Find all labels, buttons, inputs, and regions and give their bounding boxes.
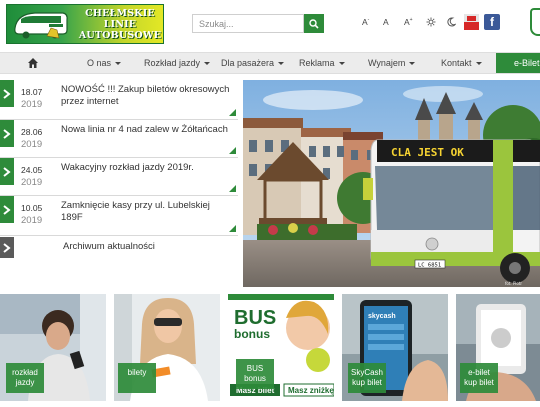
news-item[interactable]: 28.06 2019 Nowa linia nr 4 nad zalew w Ż… [0,120,238,158]
quick-links: rozkład jazdy bilety BUS bonus Masz bile… [0,294,540,407]
news-item[interactable]: 10.05 2019 Zamknięcie kasy przy ul. Lube… [0,196,238,236]
tile-ebilet[interactable]: e-bilet kup bilet [456,294,540,401]
news-date: 18.07 [21,87,43,97]
nav-item-contact[interactable]: Kontakt [441,58,482,68]
header: CHEŁMSKIE LINIE AUTOBUSOWE A- A A+ f [0,0,540,52]
tile-tickets[interactable]: bilety [114,294,220,401]
logo-line-3: AUTOBUSOWE [78,30,162,41]
news-archive-link[interactable]: Archiwum aktualności [0,237,238,258]
facebook-icon[interactable]: f [484,14,500,30]
logo-line-2: LINIE [103,19,137,30]
contrast-moon-icon[interactable] [446,17,456,27]
chevron-right-icon [3,128,11,139]
news-title[interactable]: NOWOŚĆ !!! Zakup biletów okresowych prze… [61,84,233,108]
logo[interactable]: CHEŁMSKIE LINIE AUTOBUSOWE [6,4,164,44]
corner-marker-icon [229,109,236,116]
logo-line-1: CHEŁMSKIE [85,8,155,19]
hero-image: CLA JEST OK LC 6851 fot. Piotr [243,80,540,287]
archive-label: Archiwum aktualności [63,241,155,252]
logo-text: CHEŁMSKIE LINIE AUTOBUSOWE [77,8,163,41]
font-smaller-button[interactable]: A- [362,17,369,27]
chevron-right-icon [3,166,11,177]
corner-marker-icon [229,225,236,232]
news-year: 2019 [21,215,43,226]
tile-ebilet-label: e-bilet kup bilet [460,363,498,393]
news-year: 2019 [21,99,43,110]
corner-marker-icon [229,147,236,154]
font-larger-button[interactable]: A+ [404,17,413,27]
chevron-down-icon [338,62,345,65]
archive-arrow [0,237,14,258]
tile-bus-bonus[interactable]: BUS bonus Masz bilet Masz zniżkę BUS bon… [228,294,334,401]
news-date: 24.05 [21,165,43,175]
logo-bus-icon [14,12,68,39]
news-year: 2019 [21,139,43,150]
poster-ribbon-2: Masz zniżkę [288,386,334,395]
poster-title: BUS [234,307,276,329]
language-flag-icon[interactable] [464,14,479,30]
tile-tickets-label: bilety [118,363,156,393]
chevron-down-icon [409,62,416,65]
news-year: 2019 [21,177,43,188]
chevron-down-icon [278,62,285,65]
bus-destination-sign: CLA JEST OK [391,146,464,159]
search-icon [309,18,319,29]
bus-plate: LC 6851 [418,263,441,269]
home-icon[interactable] [27,57,39,69]
news-title[interactable]: Zamknięcie kasy przy ul. Lubelskiej 189F [61,200,233,224]
photo-credit: fot. Piotr [505,281,522,286]
news-date: 28.06 [21,127,43,137]
news-arrow [0,80,14,107]
nav-item-about[interactable]: O nas [87,58,122,68]
news-list: 18.07 2019 NOWOŚĆ !!! Zakup biletów okre… [0,80,240,292]
hero-bus-scene: CLA JEST OK LC 6851 fot. Piotr [243,80,540,287]
news-item[interactable]: 24.05 2019 Wakacyjny rozkład jazdy 2019r… [0,158,238,196]
chevron-right-icon [3,242,11,253]
poster-subtitle: bonus [234,327,270,341]
nav-ebilet-button[interactable]: e-Bilet [496,53,540,73]
search-input[interactable] [192,14,304,33]
chevron-down-icon [475,62,482,65]
nav-item-timetable[interactable]: Rozkład jazdy [144,58,211,68]
news-date: 10.05 [21,203,43,213]
chevron-right-icon [3,204,11,215]
chevron-down-icon [204,62,211,65]
chevron-right-icon [3,88,11,99]
news-arrow [0,120,14,147]
search-button[interactable] [304,14,324,33]
tile-timetable[interactable]: rozkład jazdy [0,294,106,401]
tile-skycash[interactable]: skycash SkyCash kup bilet [342,294,448,401]
news-arrow [0,158,14,185]
nav-item-rental[interactable]: Wynajem [368,58,416,68]
news-arrow [0,196,14,223]
phone-brand-text: skycash [368,313,396,320]
corner-marker-icon [229,185,236,192]
nav-item-advertising[interactable]: Reklama [299,58,345,68]
search [192,14,324,33]
tile-bus-bonus-label: BUS bonus [236,359,274,389]
city-emblem-icon [530,8,540,36]
brightness-icon[interactable] [426,17,436,27]
tile-skycash-label: SkyCash kup bilet [348,363,386,393]
main-nav: O nas Rozkład jazdy Dla pasażera Reklama… [0,52,540,74]
nav-item-passenger[interactable]: Dla pasażera [221,58,285,68]
news-item[interactable]: 18.07 2019 NOWOŚĆ !!! Zakup biletów okre… [0,80,238,120]
font-normal-button[interactable]: A [383,17,389,27]
news-title[interactable]: Wakacyjny rozkład jazdy 2019r. [61,162,233,174]
tile-timetable-label: rozkład jazdy [6,363,44,393]
chevron-down-icon [115,62,122,65]
news-title[interactable]: Nowa linia nr 4 nad zalew w Żółtańcach [61,124,233,136]
